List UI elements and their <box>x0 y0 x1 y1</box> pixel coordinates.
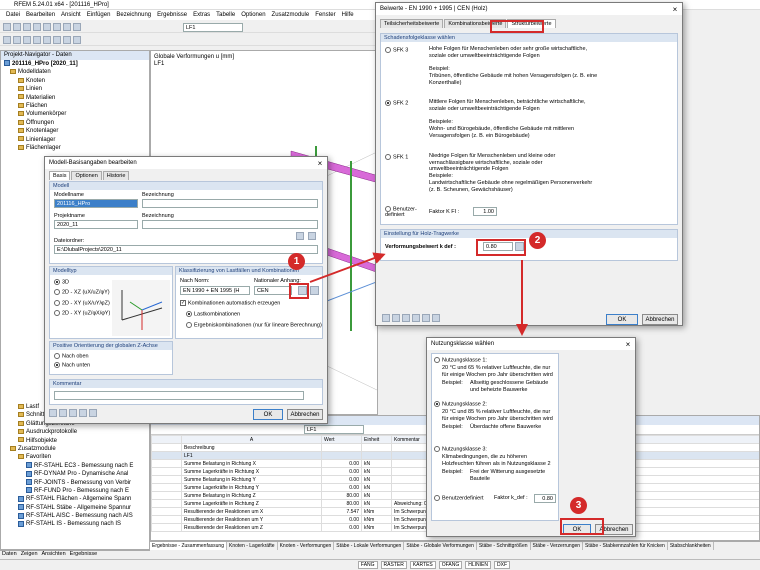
step-marker-3: 3 <box>570 497 587 514</box>
annotation-arrows <box>309 252 528 336</box>
step-marker-2: 2 <box>529 232 546 249</box>
step-marker-1: 1 <box>288 253 305 270</box>
highlight-box-3 <box>560 518 604 535</box>
